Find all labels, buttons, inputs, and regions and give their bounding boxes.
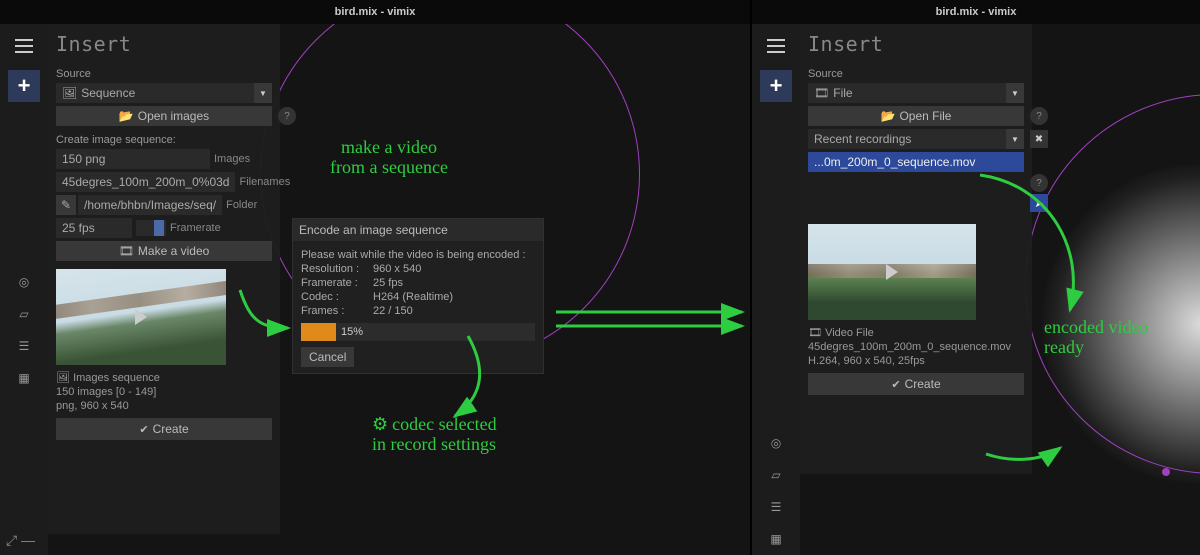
anno-ready: encoded video ready	[1044, 318, 1148, 358]
anno-make-video: make a video from a sequence	[330, 138, 448, 178]
annotation-arrows	[0, 0, 1200, 555]
gear-icon: ⚙	[372, 414, 388, 434]
anno-codec: ⚙codec selected in record settings	[372, 415, 497, 455]
